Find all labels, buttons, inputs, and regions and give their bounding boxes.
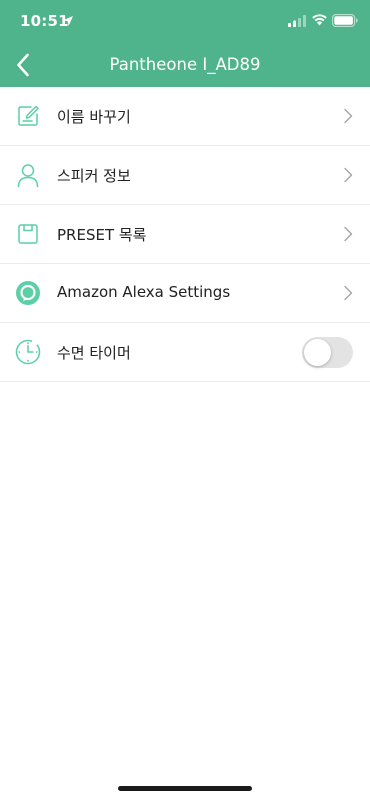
chevron-right-icon [344,167,353,183]
menu-item-label: 이름 바꾸기 [57,108,131,126]
cellular-signal-icon [288,15,306,27]
person-icon [17,164,39,188]
chevron-left-icon [17,53,29,77]
save-icon [18,224,38,244]
menu-item-label: 스피커 정보 [57,167,131,185]
back-button[interactable] [8,48,38,82]
menu-item-label: PRESET 목록 [57,226,147,244]
alexa-icon [16,281,40,305]
edit-icon [18,105,39,126]
wifi-icon [312,14,327,26]
settings-menu: 이름 바꾸기 스피커 정보 PRESET 목록 Amazon Alexa Set… [0,87,370,382]
speaker-settings-screen: 10:51 Pantheone I_AD89 이름 바꾸기 스피커 정보 PRE… [0,0,370,800]
menu-item-sleep-timer: 수면 타이머 [0,323,370,382]
status-bar: 10:51 [0,0,370,44]
app-header: 10:51 Pantheone I_AD89 [0,0,370,87]
chevron-right-icon [344,108,353,124]
menu-item-preset-list[interactable]: PRESET 목록 [0,205,370,264]
location-arrow-icon [63,16,73,26]
menu-item-label: Amazon Alexa Settings [57,283,231,301]
toggle-knob [304,339,331,366]
battery-icon [332,14,358,27]
menu-item-alexa-settings[interactable]: Amazon Alexa Settings [0,264,370,323]
chevron-right-icon [344,226,353,242]
home-indicator [118,786,252,791]
clock-icon [15,339,41,365]
navigation-bar: Pantheone I_AD89 [0,44,370,87]
menu-item-label: 수면 타이머 [57,344,131,362]
menu-item-rename[interactable]: 이름 바꾸기 [0,87,370,146]
sleep-timer-toggle[interactable] [302,337,353,368]
page-title: Pantheone I_AD89 [109,55,261,74]
menu-item-speaker-info[interactable]: 스피커 정보 [0,146,370,205]
chevron-right-icon [344,285,353,301]
